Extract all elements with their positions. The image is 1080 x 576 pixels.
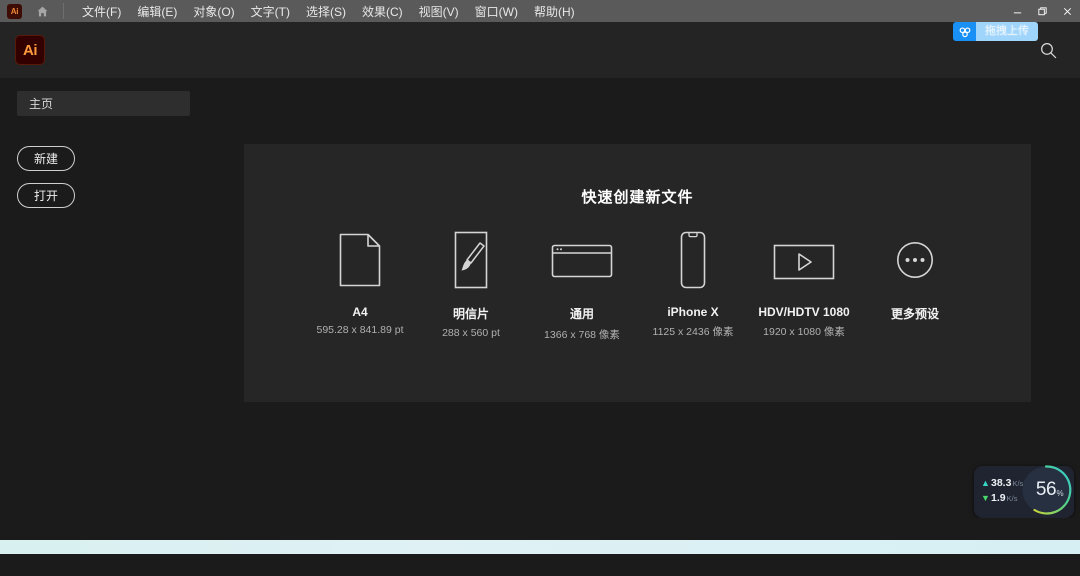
menu-item-window[interactable]: 窗口(W) xyxy=(467,1,526,22)
preset-card-a4[interactable]: A4 595.28 x 841.89 pt xyxy=(305,229,416,336)
preset-dimensions: 1366 x 768 像素 xyxy=(544,327,620,342)
menu-item-edit[interactable]: 编辑(E) xyxy=(129,1,185,22)
app-body: 主页 新建 打开 快速创建新文件 A4 595.28 x 841.89 pt xyxy=(0,78,1080,554)
close-button[interactable] xyxy=(1055,0,1080,22)
sidebar-tab-home-label: 主页 xyxy=(29,95,53,112)
window-controls xyxy=(1005,0,1080,22)
illustrator-logo: Ai xyxy=(15,35,45,65)
status-bar xyxy=(0,518,1080,540)
preset-name: A4 xyxy=(352,305,367,319)
titlebar-app-icon: Ai xyxy=(7,4,22,19)
menu-item-file[interactable]: 文件(F) xyxy=(74,1,129,22)
preset-dimensions: 595.28 x 841.89 pt xyxy=(317,324,404,336)
video-play-icon xyxy=(773,229,835,291)
sidebar: 主页 新建 打开 xyxy=(0,78,230,554)
new-button[interactable]: 新建 xyxy=(17,146,75,171)
drag-upload-label: 拖拽上传 xyxy=(976,22,1038,41)
preset-name: 通用 xyxy=(570,305,594,322)
phone-icon xyxy=(676,229,710,291)
download-speed-value: 1.9 xyxy=(991,492,1006,504)
preset-list: A4 595.28 x 841.89 pt 明信片 288 x 560 pt xyxy=(244,229,1031,342)
usage-gauge[interactable]: 56 % xyxy=(1020,464,1072,516)
network-speed-widget[interactable]: ▲ 38.3 K/s ▼ 1.9 K/s xyxy=(974,466,1074,518)
preset-card-iphonex[interactable]: iPhone X 1125 x 2436 像素 xyxy=(638,229,749,339)
paintbrush-icon xyxy=(450,229,492,291)
preset-card-web[interactable]: 通用 1366 x 768 像素 xyxy=(527,229,638,342)
preset-dimensions: 1125 x 2436 像素 xyxy=(653,324,734,339)
home-icon[interactable] xyxy=(34,3,50,19)
desktop-taskbar-strip[interactable] xyxy=(0,540,1080,554)
menu-bar: 文件(F) 编辑(E) 对象(O) 文字(T) 选择(S) 效果(C) 视图(V… xyxy=(74,1,583,22)
menu-item-effect[interactable]: 效果(C) xyxy=(354,1,411,22)
menu-item-help[interactable]: 帮助(H) xyxy=(526,1,583,22)
browser-window-icon xyxy=(551,229,613,291)
preset-card-hdtv[interactable]: HDV/HDTV 1080 1920 x 1080 像素 xyxy=(749,229,860,339)
search-icon[interactable] xyxy=(1034,36,1062,64)
preset-card-postcard[interactable]: 明信片 288 x 560 pt xyxy=(416,229,527,339)
title-bar: Ai 文件(F) 编辑(E) 对象(O) 文字(T) 选择(S) 效果(C) 视… xyxy=(0,0,1080,22)
cloud-upload-icon xyxy=(953,22,976,41)
quick-create-panel: 快速创建新文件 A4 595.28 x 841.89 pt xyxy=(244,144,1031,402)
download-arrow-icon: ▼ xyxy=(981,493,990,503)
preset-dimensions: 1920 x 1080 像素 xyxy=(763,324,845,339)
panel-title: 快速创建新文件 xyxy=(244,186,1031,207)
drag-upload-button[interactable]: 拖拽上传 xyxy=(953,22,1038,41)
menu-item-select[interactable]: 选择(S) xyxy=(298,1,354,22)
gauge-unit: % xyxy=(1056,489,1063,498)
preset-name: 更多预设 xyxy=(891,305,939,322)
preset-name: HDV/HDTV 1080 xyxy=(758,305,849,319)
menu-item-type[interactable]: 文字(T) xyxy=(243,1,298,22)
preset-dimensions: 288 x 560 pt xyxy=(442,327,500,339)
gauge-value: 56 xyxy=(1036,479,1056,501)
menu-item-object[interactable]: 对象(O) xyxy=(185,1,242,22)
more-ellipsis-icon xyxy=(896,229,934,291)
document-page-icon xyxy=(339,229,381,291)
menu-item-view[interactable]: 视图(V) xyxy=(411,1,467,22)
titlebar-divider xyxy=(63,3,64,19)
upload-speed-value: 38.3 xyxy=(991,477,1011,489)
upload-arrow-icon: ▲ xyxy=(981,478,990,488)
preset-name: iPhone X xyxy=(667,305,718,319)
minimize-button[interactable] xyxy=(1005,0,1030,22)
app-header: Ai 拖拽上传 xyxy=(0,22,1080,78)
sidebar-tab-home[interactable]: 主页 xyxy=(17,91,190,116)
preset-card-more[interactable]: 更多预设 xyxy=(860,229,971,327)
open-button[interactable]: 打开 xyxy=(17,183,75,208)
maximize-button[interactable] xyxy=(1030,0,1055,22)
download-speed-unit: K/s xyxy=(1007,494,1018,503)
preset-name: 明信片 xyxy=(453,305,489,322)
